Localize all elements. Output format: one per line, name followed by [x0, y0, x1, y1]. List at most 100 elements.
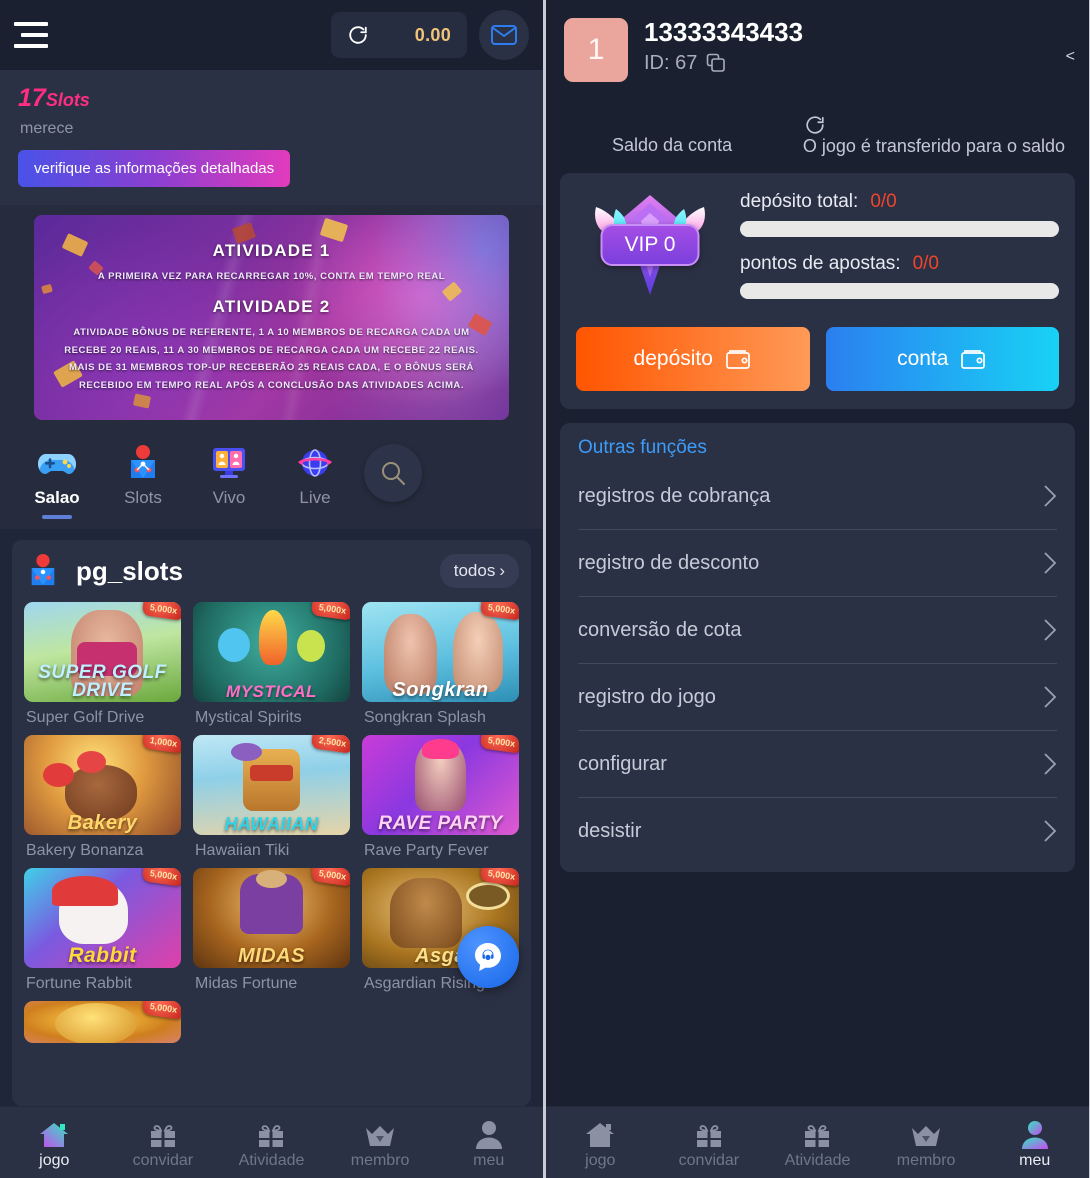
other-functions-title: Outras funções: [578, 437, 707, 458]
promo-details-button[interactable]: verifique as informações detalhadas: [18, 150, 291, 187]
profile-header: 1 13333343433 ID: 67 < Saldo da conta O …: [546, 0, 1089, 157]
transfer-group[interactable]: O jogo é transferido para o saldo: [803, 114, 1065, 157]
account-balance-label: Saldo da conta: [612, 135, 733, 155]
multiplier-badge: 2,500x: [311, 735, 350, 754]
provider-header: pg_slots todos ›: [24, 552, 519, 590]
category-tab-salao[interactable]: Salao: [14, 442, 100, 519]
vip-actions: depósito conta: [576, 327, 1059, 391]
game-art-title: MYSTICAL: [226, 681, 317, 701]
provider-games-card: pg_slots todos › 5,000x SUPER GOLF DRIVE: [12, 540, 531, 1106]
nav-item-label: Atividade: [238, 1151, 305, 1169]
globe-icon: [294, 442, 336, 484]
function-row-registro-de-desconto[interactable]: registro de desconto: [578, 530, 1057, 597]
refresh-icon[interactable]: [347, 24, 369, 46]
game-tile[interactable]: 5,000x MYSTICAL Mystical Spirits: [193, 602, 350, 727]
hamburger-icon[interactable]: [14, 22, 48, 48]
function-row-desistir[interactable]: desistir: [578, 798, 1057, 864]
search-icon[interactable]: [364, 444, 422, 502]
game-name: Hawaiian Tiki: [195, 842, 290, 859]
game-thumbnail: 5,000x SUPER GOLF DRIVE: [24, 602, 181, 702]
chevron-left-icon[interactable]: <: [1066, 48, 1075, 66]
vip-level-badge: VIP 0: [600, 224, 700, 266]
game-tile[interactable]: 2,500x HAWAIIAN Hawaiian Tiki: [193, 735, 350, 860]
game-tile[interactable]: 1,000x Bakery Bakery Bonanza: [24, 735, 181, 860]
refresh-icon[interactable]: [803, 114, 1065, 136]
deposit-progress-bar: [740, 221, 1059, 237]
copy-icon[interactable]: [706, 53, 726, 73]
function-row-configurar[interactable]: configurar: [578, 731, 1057, 798]
nav-item-jogo[interactable]: jogo: [546, 1116, 655, 1170]
game-name: Fortune Rabbit: [26, 975, 132, 992]
nav-item-label: Atividade: [784, 1151, 851, 1169]
envelope-icon[interactable]: [479, 10, 529, 60]
nav-item-jogo[interactable]: jogo: [0, 1116, 109, 1170]
nav-item-membro[interactable]: membro: [326, 1116, 435, 1170]
chevron-right-icon: [1043, 484, 1057, 508]
game-art-title: RAVE PARTY: [378, 812, 503, 834]
game-art-title: Songkran: [392, 679, 489, 701]
nav-item-meu[interactable]: meu: [434, 1116, 543, 1170]
gift-icon: [256, 1116, 286, 1150]
game-tile[interactable]: 5,000x RAVE PARTY Rave Party Fever: [362, 735, 519, 860]
nav-item-meu[interactable]: meu: [980, 1116, 1089, 1170]
account-button[interactable]: conta: [825, 327, 1059, 391]
category-tab-vivo[interactable]: Vivo: [186, 442, 272, 508]
view-all-button[interactable]: todos ›: [439, 554, 519, 588]
multiplier-badge: 5,000x: [311, 602, 350, 621]
home-icon: [38, 1116, 70, 1150]
nav-item-atividade[interactable]: Atividade: [217, 1116, 326, 1170]
game-tile[interactable]: 5,000x: [24, 1001, 181, 1043]
chevron-right-icon: [1043, 618, 1057, 642]
view-all-label: todos: [453, 561, 496, 580]
chevron-right-icon: [1043, 685, 1057, 709]
gift-icon: [802, 1116, 832, 1150]
slot-pin-icon: [122, 442, 164, 484]
game-thumbnail: 5,000x RAVE PARTY: [362, 735, 519, 835]
function-row-registro-do-jogo[interactable]: registro do jogo: [578, 664, 1057, 731]
activity-banner[interactable]: ATIVIDADE 1 A PRIMEIRA VEZ PARA RECARREG…: [34, 215, 509, 420]
function-row-conversao-de-cota[interactable]: conversão de cota: [578, 597, 1057, 664]
nav-item-convidar[interactable]: convidar: [109, 1116, 218, 1170]
games-scroll-area[interactable]: pg_slots todos › 5,000x SUPER GOLF DRIVE: [0, 530, 543, 1106]
chevron-right-icon: [1043, 819, 1057, 843]
transfer-label: O jogo é transferido para o saldo: [802, 136, 1065, 156]
crown-icon: [364, 1116, 396, 1150]
deposit-button[interactable]: depósito: [576, 327, 810, 391]
game-tile[interactable]: 5,000x Rabbit Fortune Rabbit: [24, 868, 181, 993]
category-tab-slots[interactable]: Slots: [100, 442, 186, 508]
function-label: registro do jogo: [578, 685, 716, 708]
balance-chip[interactable]: 0.00: [331, 12, 467, 58]
deposit-total-label: depósito total:: [740, 191, 859, 212]
user-identity: 13333343433 ID: 67: [644, 17, 804, 75]
activity-banner-wrap: ATIVIDADE 1 A PRIMEIRA VEZ PARA RECARREG…: [0, 205, 543, 434]
nav-item-convidar[interactable]: convidar: [655, 1116, 764, 1170]
game-tile[interactable]: 5,000x Songkran Songkran Splash: [362, 602, 519, 727]
nav-item-label: meu: [473, 1151, 505, 1169]
game-tile[interactable]: 5,000x MIDAS Midas Fortune: [193, 868, 350, 993]
promo-subtitle: merece: [20, 120, 74, 137]
game-name: Rave Party Fever: [364, 842, 489, 859]
avatar[interactable]: 1: [564, 18, 628, 82]
function-label: registros de cobrança: [578, 484, 771, 507]
betting-points-progress-bar: [740, 283, 1059, 299]
balance-row: Saldo da conta O jogo é transferido para…: [564, 114, 1071, 157]
game-thumbnail: 5,000x: [24, 1001, 181, 1043]
app-screen: 0.00 17Slots merece verifique as informa…: [0, 0, 1090, 1178]
function-label: desistir: [578, 819, 642, 842]
nav-item-membro[interactable]: membro: [872, 1116, 981, 1170]
provider-title: pg_slots: [76, 555, 183, 586]
banner-heading-2: ATIVIDADE 2: [212, 297, 331, 317]
betting-points-label: pontos de apostas:: [740, 253, 901, 274]
bottom-nav: jogo convidar Atividade membro meu: [546, 1106, 1089, 1178]
username: 13333343433: [644, 17, 804, 47]
game-name: Super Golf Drive: [26, 709, 145, 726]
gift-icon: [148, 1116, 178, 1150]
banner-text-2: ATIVIDADE BÔNUS DE REFERENTE, 1 A 10 MEM…: [64, 327, 479, 391]
function-row-registros-de-cobranca[interactable]: registros de cobrança: [578, 463, 1057, 530]
game-tile[interactable]: 5,000x SUPER GOLF DRIVE Super Golf Drive: [24, 602, 181, 727]
betting-points-value: 0/0: [912, 253, 939, 274]
nav-item-atividade[interactable]: Atividade: [763, 1116, 872, 1170]
vip-top: VIP 0 depósito total: 0/0 pontos de apost…: [576, 189, 1059, 301]
category-tab-live[interactable]: Live: [272, 442, 358, 508]
support-chat-icon[interactable]: [457, 926, 519, 988]
